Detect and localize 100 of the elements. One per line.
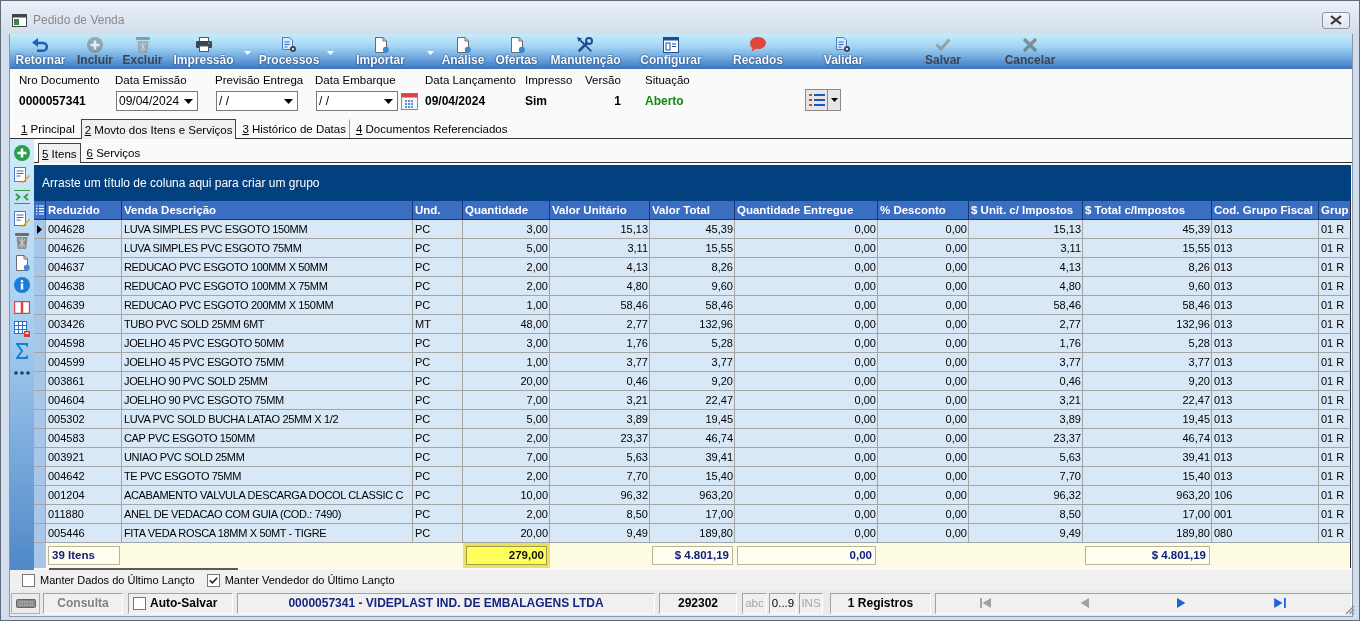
- table-cell: 9,60: [650, 277, 735, 296]
- table-cell: 2,00: [463, 429, 550, 448]
- table-icon[interactable]: [14, 321, 30, 337]
- document-icon[interactable]: [14, 255, 30, 271]
- plus-circle-icon[interactable]: [14, 145, 30, 161]
- resize-grip-icon[interactable]: [1345, 605, 1355, 615]
- checkbox-label[interactable]: Manter Vendedor do Último Lançto: [224, 574, 395, 586]
- table-cell: 011880: [46, 505, 122, 524]
- printer-icon: [195, 37, 212, 52]
- table-cell: 0,00: [735, 448, 878, 467]
- caret-icon[interactable]: [327, 51, 334, 55]
- table-cell: 15,13: [969, 220, 1083, 239]
- caret-icon[interactable]: [244, 51, 251, 55]
- dropdown-button[interactable]: [828, 89, 841, 111]
- table-cell: 0,00: [878, 486, 969, 505]
- table-cell: 013: [1212, 429, 1319, 448]
- checkbox-label[interactable]: Auto-Salvar: [150, 596, 218, 610]
- last-record-button[interactable]: [1272, 596, 1288, 610]
- field-value: 09/04/2024: [425, 93, 486, 110]
- date-field[interactable]: / /: [316, 91, 398, 111]
- tab[interactable]: 3 Histórico de Datas: [238, 119, 350, 138]
- column-header[interactable]: Und.: [413, 201, 463, 220]
- table-cell: 8,26: [1083, 258, 1212, 277]
- row-indicator[interactable]: [34, 220, 46, 239]
- table-cell: 0,00: [735, 410, 878, 429]
- document-pencil-icon[interactable]: [14, 167, 30, 183]
- keyboard-button[interactable]: [11, 592, 40, 614]
- view-button[interactable]: [805, 89, 828, 111]
- table-cell: 132,96: [650, 315, 735, 334]
- window-title: Pedido de Venda: [33, 13, 126, 27]
- arrows-icon[interactable]: [14, 190, 30, 204]
- tab[interactable]: 2 Movto dos Itens e Serviços: [80, 119, 237, 139]
- book-icon[interactable]: [14, 300, 30, 314]
- caret-icon[interactable]: [427, 51, 434, 55]
- column-header[interactable]: Valor Total: [650, 201, 735, 220]
- table-cell: 5,63: [969, 448, 1083, 467]
- column-header[interactable]: Valor Unitário: [550, 201, 650, 220]
- table-cell: 3,11: [550, 239, 650, 258]
- table-cell: PC: [413, 391, 463, 410]
- toolbar-button[interactable]: Validar: [820, 34, 867, 69]
- toolbar-button[interactable]: Impressão: [170, 34, 237, 69]
- table-cell: 004642: [46, 467, 122, 486]
- column-header[interactable]: Quantidade Entregue: [735, 201, 878, 220]
- close-button[interactable]: [1322, 11, 1350, 29]
- table-cell: 0,00: [878, 410, 969, 429]
- column-header[interactable]: Venda Descrição: [122, 201, 413, 220]
- table-cell: 1,76: [550, 334, 650, 353]
- checkbox[interactable]: [22, 573, 35, 587]
- tab[interactable]: 1 Principal: [17, 119, 79, 138]
- toolbar-button[interactable]: Importar: [353, 34, 408, 69]
- document-gear-icon: [281, 36, 297, 53]
- checkbox[interactable]: [206, 573, 220, 587]
- table-cell: REDUCAO PVC ESGOTO 100MM X 75MM: [122, 277, 413, 296]
- table-cell: PC: [413, 505, 463, 524]
- table-cell: 2,00: [463, 258, 550, 277]
- toolbar-button[interactable]: Configurar: [637, 34, 705, 69]
- column-header[interactable]: Reduzido: [46, 201, 122, 220]
- ellipsis-icon[interactable]: [14, 371, 30, 375]
- table-cell: 013: [1212, 353, 1319, 372]
- table-cell: 004626: [46, 239, 122, 258]
- toolbar-button[interactable]: Análise: [438, 34, 488, 69]
- table-cell: 004637: [46, 258, 122, 277]
- tab[interactable]: 5 Itens: [38, 143, 81, 163]
- tab[interactable]: 4 Documentos Referenciados: [351, 119, 512, 138]
- table-cell: 0,00: [878, 429, 969, 448]
- column-header[interactable]: $ Total c/Impostos: [1083, 201, 1212, 220]
- column-header[interactable]: Quantidade: [463, 201, 550, 220]
- table-cell: 0,00: [878, 239, 969, 258]
- table-cell: 3,89: [969, 410, 1083, 429]
- checkbox-label[interactable]: Manter Dados do Último Lançto: [40, 574, 195, 586]
- toolbar-button[interactable]: Processos: [255, 34, 323, 69]
- table-cell: 01 R: [1319, 239, 1351, 258]
- date-field[interactable]: / /: [216, 91, 298, 111]
- toolbar-button[interactable]: Recados: [730, 34, 786, 69]
- trash-icon[interactable]: [14, 233, 30, 249]
- list-icon: [808, 94, 825, 106]
- close-icon: [1330, 15, 1342, 25]
- info-icon[interactable]: [14, 277, 30, 293]
- toolbar-button[interactable]: Ofertas: [492, 34, 541, 69]
- scrollbar-thumb[interactable]: [49, 568, 238, 570]
- date-field[interactable]: 09/04/2024: [116, 91, 198, 111]
- document-icon: [455, 36, 471, 53]
- toolbar-button[interactable]: Retornar: [12, 34, 69, 69]
- triangle-left-icon: [1078, 598, 1090, 608]
- column-header[interactable]: $ Unit. c/ Impostos: [969, 201, 1083, 220]
- table-cell: LUVA PVC SOLD BUCHA LATAO 25MM X 1/2: [122, 410, 413, 429]
- checkbox[interactable]: [133, 596, 146, 610]
- list-icon[interactable]: [35, 205, 44, 215]
- table-cell: 005446: [46, 524, 122, 543]
- table-cell: 0,00: [735, 505, 878, 524]
- toolbar-button[interactable]: Manutenção: [547, 34, 624, 69]
- column-header[interactable]: Cod. Grupo Fiscal: [1212, 201, 1319, 220]
- document-pencil-icon[interactable]: [14, 211, 30, 227]
- sigma-icon[interactable]: [16, 343, 28, 359]
- table-cell: 0,00: [735, 296, 878, 315]
- column-header[interactable]: Grup: [1319, 201, 1351, 220]
- table-cell: 013: [1212, 334, 1319, 353]
- calendar-icon[interactable]: [401, 92, 418, 110]
- column-header[interactable]: % Desconto: [878, 201, 969, 220]
- tab[interactable]: 6 Serviços: [82, 143, 145, 162]
